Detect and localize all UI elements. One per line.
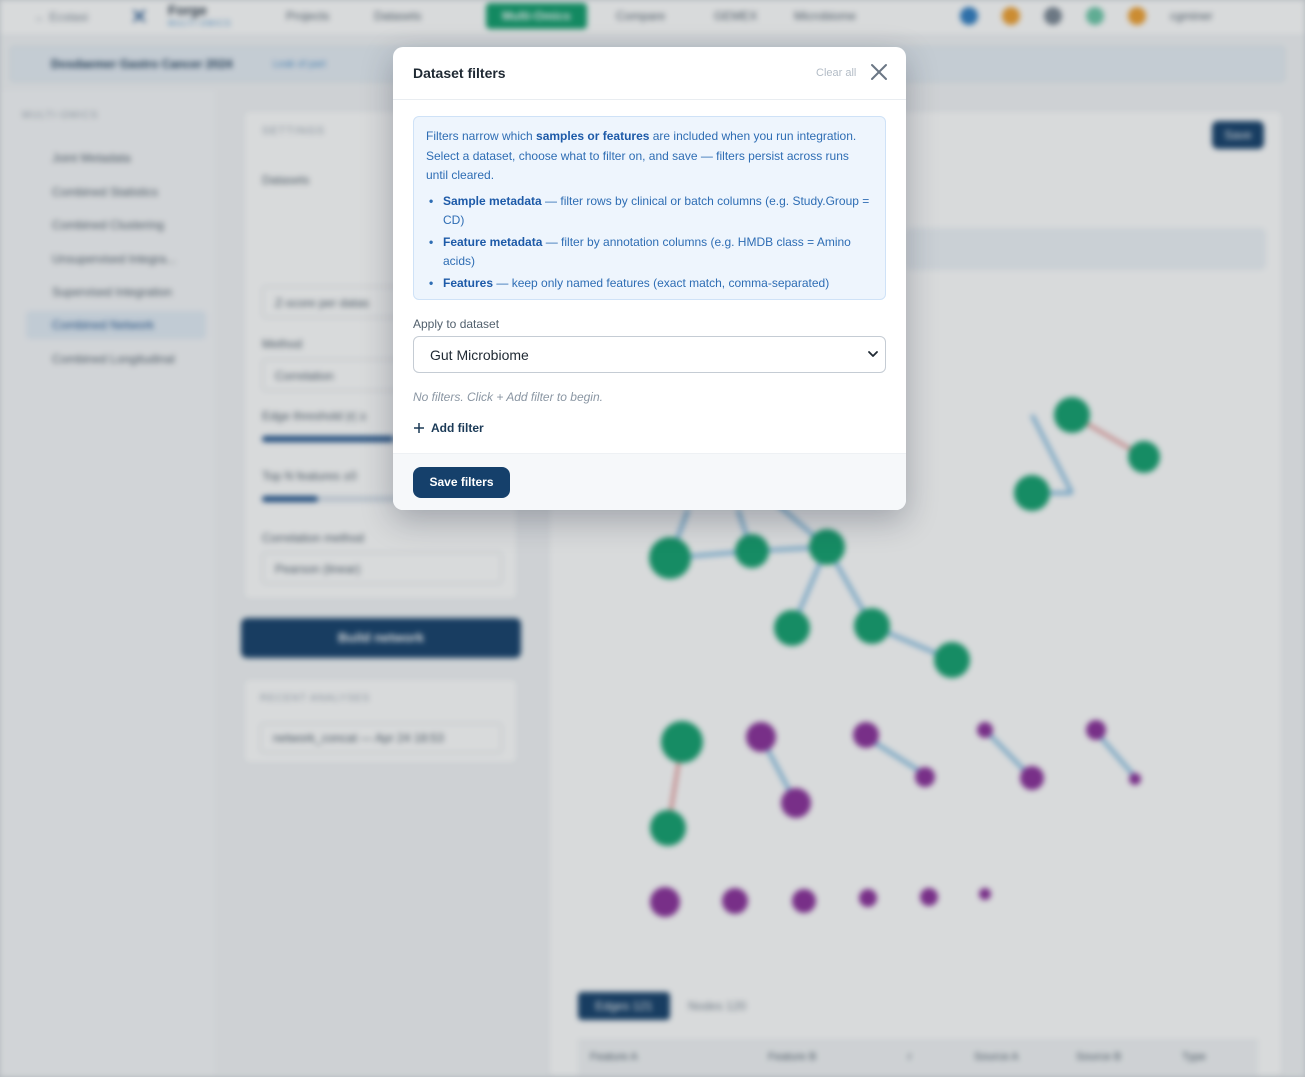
dataset-select[interactable]: Gut Microbiome [413, 336, 886, 373]
info-bullet-features: • Features — keep only named features (ex… [426, 274, 873, 294]
info-intro-pre: Filters narrow which [426, 129, 537, 143]
modal-title: Dataset filters [413, 65, 506, 81]
info-bullet-sample-metadata: • Sample metadata — filter rows by clinic… [426, 192, 873, 231]
bullet-term: Sample metadata [443, 193, 542, 208]
bullet-dot: • [429, 275, 434, 290]
apply-to-dataset-label: Apply to dataset [413, 317, 500, 331]
bullet-dot: • [429, 193, 434, 208]
info-intro: Filters narrow which samples or features… [426, 127, 873, 186]
clear-all-button[interactable]: Clear all [816, 67, 856, 79]
plus-icon [414, 423, 424, 433]
add-filter-label: Add filter [431, 421, 484, 435]
bullet-term: Features [443, 275, 494, 290]
info-bullet-feature-metadata: • Feature metadata — filter by annotation… [426, 233, 873, 272]
save-filters-button[interactable]: Save filters [413, 467, 510, 498]
bullet-dot: • [429, 234, 434, 249]
filter-info-box: Filters narrow which samples or features… [413, 116, 886, 300]
modal-footer: Save filters [393, 453, 906, 510]
close-icon[interactable] [869, 62, 889, 82]
modal-header: Dataset filters Clear all [393, 47, 906, 100]
bullet-desc: — keep only named features (exact match,… [493, 275, 830, 290]
chevron-down-icon [868, 351, 878, 357]
dataset-select-value: Gut Microbiome [430, 347, 529, 363]
info-intro-bold: samples or features [536, 129, 650, 143]
dataset-filters-modal: Dataset filters Clear all Filters narrow… [393, 47, 906, 510]
empty-filters-text: No filters. Click + Add filter to begin. [413, 390, 603, 404]
bullet-term: Feature metadata [443, 234, 543, 249]
info-bullet-list: • Sample metadata — filter rows by clinic… [426, 192, 873, 294]
